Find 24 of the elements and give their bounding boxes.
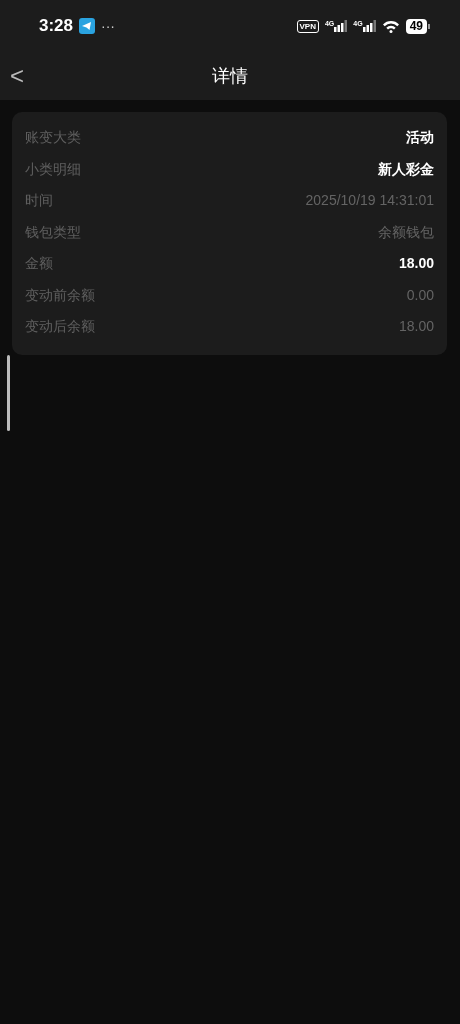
detail-value: 18.00 (398, 254, 434, 274)
detail-value: 余额钱包 (378, 222, 434, 242)
signal-icon (334, 20, 348, 32)
page-title: 详情 (212, 64, 248, 88)
detail-label: 金额 (25, 254, 53, 274)
back-button[interactable]: < (10, 64, 24, 88)
battery-indicator: 49 (405, 18, 430, 34)
detail-value: 18.00 (398, 317, 434, 337)
detail-value: 新人彩金 (378, 159, 434, 179)
wifi-icon (381, 19, 400, 33)
detail-label: 变动前余额 (25, 285, 95, 305)
detail-label: 变动后余额 (25, 317, 95, 337)
detail-value: 2025/10/19 14:31:01 (305, 191, 434, 211)
detail-value: 活动 (406, 128, 434, 148)
detail-label: 小类明细 (25, 159, 81, 179)
vpn-badge: VPN (296, 19, 319, 33)
paper-plane-icon (79, 18, 96, 34)
status-time: 3:28 (39, 15, 74, 38)
detail-label: 时间 (25, 191, 53, 211)
signal-icon (362, 20, 376, 32)
detail-label: 账变大类 (25, 128, 81, 148)
detail-label: 钱包类型 (25, 222, 81, 242)
more-indicator: ··· (101, 16, 116, 36)
detail-value: 0.00 (406, 285, 434, 305)
